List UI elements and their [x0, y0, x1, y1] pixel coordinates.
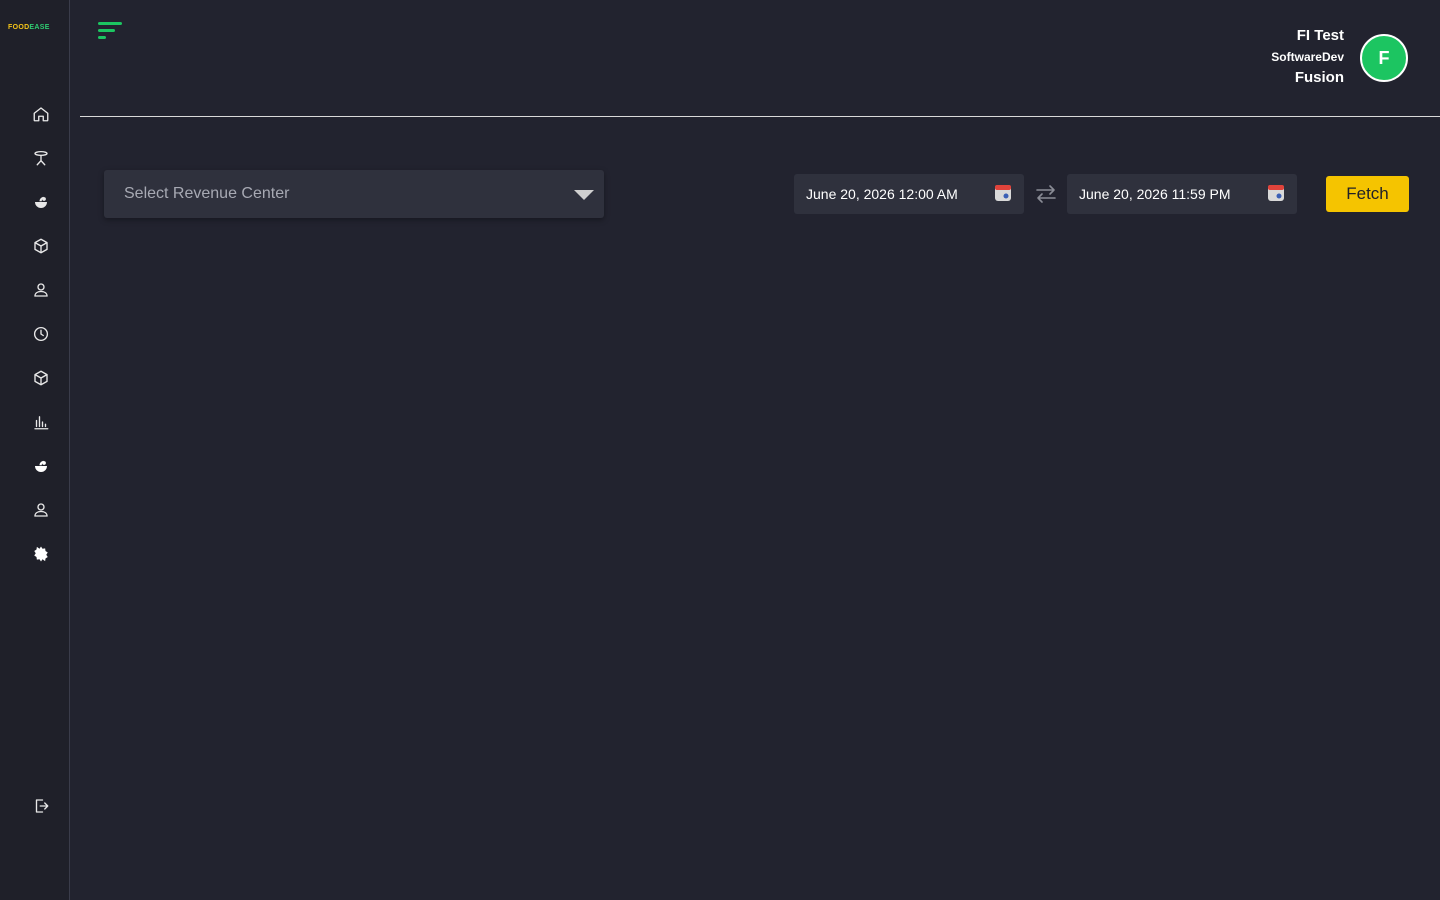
menu-toggle-button[interactable]	[98, 20, 126, 42]
logout-icon	[35, 799, 49, 813]
user-info: FI Test SoftwareDev Fusion	[1271, 26, 1344, 88]
sidebar: FOODEASE	[0, 0, 70, 900]
chart-icon	[34, 416, 49, 430]
avatar[interactable]: F	[1360, 34, 1408, 82]
box-icon	[34, 238, 48, 254]
sidebar-item-customers[interactable]	[30, 279, 52, 301]
clock-icon	[33, 326, 49, 342]
fetch-button[interactable]: Fetch	[1326, 176, 1409, 212]
sidebar-item-recipes[interactable]	[30, 455, 52, 477]
food-icon	[35, 460, 47, 472]
brand-logo[interactable]: FOODEASE	[8, 24, 50, 31]
sidebar-item-reports[interactable]	[30, 411, 52, 433]
user-site: Fusion	[1294, 69, 1344, 86]
home-icon	[33, 107, 49, 122]
sidebar-item-settings[interactable]	[30, 543, 52, 565]
user-name: FI Test	[1296, 27, 1344, 44]
avatar-initial: F	[1378, 47, 1390, 68]
table-icon	[34, 150, 48, 166]
chevron-down-icon	[574, 190, 594, 200]
header-divider	[80, 116, 1440, 117]
package-icon	[34, 370, 48, 386]
end-date-value: June 20, 2026 11:59 PM	[1079, 186, 1231, 202]
food-icon	[35, 196, 47, 208]
sidebar-item-history[interactable]	[30, 323, 52, 345]
logout-button[interactable]	[30, 795, 52, 817]
sidebar-item-products[interactable]	[30, 367, 52, 389]
logo-text-food: FOOD	[8, 24, 30, 31]
sidebar-item-menu[interactable]	[30, 191, 52, 213]
hamburger-icon	[98, 22, 122, 39]
settings-icon	[34, 546, 48, 562]
user-organization: SoftwareDev	[1271, 50, 1344, 64]
calendar-icon[interactable]	[994, 184, 1012, 202]
calendar-icon[interactable]	[1267, 184, 1285, 202]
revenue-center-placeholder: Select Revenue Center	[124, 185, 290, 202]
user-icon	[34, 503, 48, 517]
swap-arrows-icon	[1036, 185, 1056, 203]
user-icon	[34, 283, 48, 297]
end-date-input[interactable]: June 20, 2026 11:59 PM	[1067, 174, 1297, 214]
start-date-value: June 20, 2026 12:00 AM	[806, 186, 958, 202]
sidebar-item-inventory[interactable]	[30, 235, 52, 257]
sidebar-item-home[interactable]	[30, 103, 52, 125]
revenue-center-select[interactable]: Select Revenue Center	[104, 170, 604, 218]
sidebar-item-staff[interactable]	[30, 499, 52, 521]
sidebar-item-tables[interactable]	[30, 147, 52, 169]
logo-text-ease: EASE	[29, 24, 50, 31]
start-date-input[interactable]: June 20, 2026 12:00 AM	[794, 174, 1024, 214]
